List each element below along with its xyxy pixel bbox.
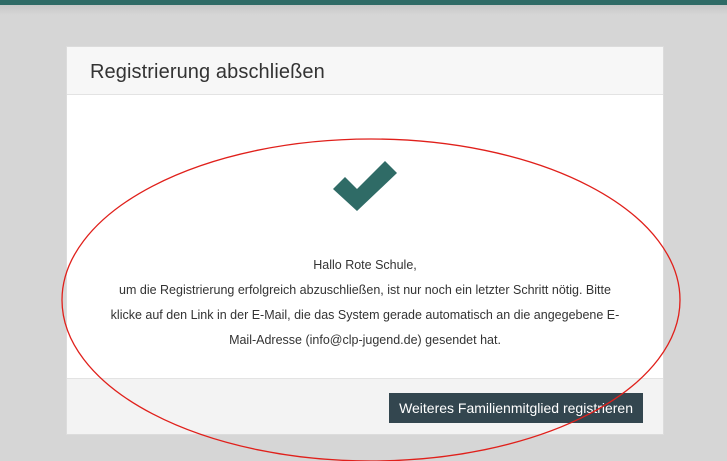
card-footer: Weiteres Familienmitglied registrieren bbox=[67, 378, 663, 434]
message-line-3: Mail-Adresse (info@clp-jugend.de) gesend… bbox=[229, 333, 501, 347]
top-shadow bbox=[0, 5, 727, 15]
greeting-text: Hallo Rote Schule, bbox=[313, 258, 417, 272]
registration-complete-card: Registrierung abschließen Hallo Rote Sch… bbox=[66, 46, 664, 435]
page-title: Registrierung abschließen bbox=[90, 61, 325, 83]
register-family-member-button[interactable]: Weiteres Familienmitglied registrieren bbox=[389, 393, 643, 423]
checkmark-icon bbox=[333, 161, 397, 211]
card-header: Registrierung abschließen bbox=[67, 47, 663, 95]
confirmation-message: Hallo Rote Schule, um die Registrierung … bbox=[67, 253, 663, 353]
message-line-1: um die Registrierung erfolgreich abzusch… bbox=[119, 283, 611, 297]
message-line-2: klicke auf den Link in der E-Mail, die d… bbox=[110, 308, 620, 322]
